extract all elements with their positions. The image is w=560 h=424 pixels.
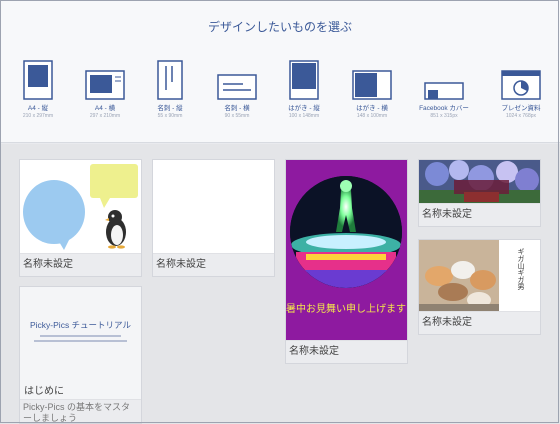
- glowing-figure-ufo-photo: 暑中お見舞い申し上げます: [286, 176, 406, 315]
- greeting-text: 暑中お見舞い申し上げます: [286, 302, 406, 315]
- tutorial-title: Picky-Pics チュートリアル: [30, 320, 131, 330]
- cat-photo-name-text: ギガ山ギガ男: [517, 248, 525, 291]
- tutorial-subtitle: Picky-Pics の基本をマスターしましょう: [20, 399, 141, 423]
- design-thumbnail: 暑中お見舞い申し上げます: [286, 160, 407, 341]
- landscape-doc-icon: [85, 70, 125, 100]
- size-label: はがき - 横: [356, 105, 388, 112]
- design-card[interactable]: 名称未設定: [19, 159, 142, 277]
- postcard-horizontal-icon: [352, 70, 392, 100]
- size-dimensions: 210 x 297mm: [22, 113, 54, 119]
- tutorial-line: [34, 340, 127, 342]
- design-card[interactable]: Picky-Pics チュートリアル はじめに Picky-Pics の基本をマ…: [19, 286, 142, 424]
- size-label: プレゼン資料: [501, 105, 541, 112]
- size-dimensions: 100 x 148mm: [288, 113, 320, 119]
- postcard-vertical-icon: [289, 60, 319, 100]
- portrait-doc-icon: [23, 60, 53, 100]
- presentation-icon: [501, 70, 541, 100]
- size-dimensions: 148 x 100mm: [356, 113, 388, 119]
- size-label: Facebook カバー: [419, 105, 469, 112]
- size-dimensions: 297 x 210mm: [89, 113, 121, 119]
- facebook-cover-icon: [424, 82, 464, 100]
- design-thumbnail: Picky-Pics チュートリアル はじめに: [20, 287, 141, 399]
- design-card[interactable]: ギガ山ギガ男 名称未設定: [418, 239, 541, 335]
- template-size-panel: デザインしたいものを選ぶ A4 - 縦 210 x 297mm A4 - 横 2…: [0, 0, 560, 143]
- size-label: 名刺 - 横: [224, 105, 250, 112]
- speech-bubble-penguin-illustration: [23, 164, 138, 250]
- tutorial-line: [40, 335, 121, 337]
- horizontal-card-icon: [217, 74, 257, 100]
- design-thumbnail: ギガ山ギガ男: [419, 240, 540, 314]
- design-thumbnail: [419, 160, 540, 206]
- size-a4-portrait[interactable]: A4 - 縦 210 x 297mm: [6, 60, 70, 119]
- design-card-title: 名称未設定: [286, 340, 407, 363]
- size-postcard-horizontal[interactable]: はがき - 横 148 x 100mm: [340, 60, 404, 119]
- size-presentation[interactable]: プレゼン資料 1024 x 768px: [489, 60, 553, 119]
- page-title: デザインしたいものを選ぶ: [207, 20, 352, 34]
- cats-photo: ギガ山ギガ男: [419, 240, 525, 314]
- size-postcard-vertical[interactable]: はがき - 縦 100 x 148mm: [272, 60, 336, 119]
- design-card-title: 名称未設定: [153, 253, 274, 276]
- vertical-card-icon: [157, 60, 183, 100]
- design-thumbnail: [20, 160, 141, 254]
- design-card[interactable]: 名称未設定: [152, 159, 275, 277]
- tutorial-caption: はじめに: [24, 386, 64, 397]
- size-label: 名刺 - 縦: [157, 105, 183, 112]
- design-card[interactable]: 暑中お見舞い申し上げます 名称未設定: [285, 159, 408, 364]
- size-label: A4 - 縦: [27, 105, 49, 112]
- size-dimensions: 90 x 55mm: [224, 113, 250, 119]
- size-card-vertical[interactable]: 名刺 - 縦 55 x 90mm: [138, 60, 202, 119]
- design-gallery: 名称未設定 名称未設定 暑中お見舞い申し上げます 名称未設定 名称未設定 ギガ山…: [0, 144, 560, 424]
- design-card-title: 名称未設定: [419, 203, 540, 226]
- size-label: A4 - 横: [94, 105, 116, 112]
- hydrangea-photo: [419, 160, 540, 206]
- design-thumbnail: [153, 160, 274, 254]
- size-dimensions: 1024 x 768px: [505, 113, 537, 119]
- design-card-title: 名称未設定: [20, 253, 141, 276]
- size-a4-landscape[interactable]: A4 - 横 297 x 210mm: [73, 60, 137, 119]
- size-dimensions: 851 x 315px: [430, 113, 458, 119]
- design-card-title: 名称未設定: [419, 311, 540, 334]
- size-card-horizontal[interactable]: 名刺 - 横 90 x 55mm: [205, 60, 269, 119]
- design-card[interactable]: 名称未設定: [418, 159, 541, 227]
- size-label: はがき - 縦: [288, 105, 320, 112]
- size-facebook-cover[interactable]: Facebook カバー 851 x 315px: [412, 60, 476, 119]
- size-dimensions: 55 x 90mm: [157, 113, 183, 119]
